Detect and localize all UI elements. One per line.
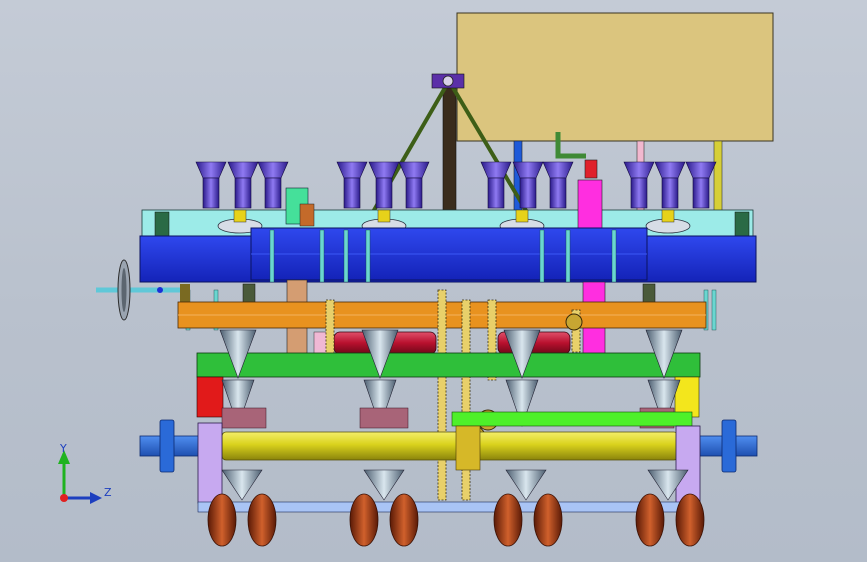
hopper-cup [654,161,686,179]
u-bolt [343,229,349,283]
seeder-assembly-model[interactable] [0,0,867,562]
u-bolt [365,229,371,283]
hopper-neck [519,177,537,209]
hopper-neck [549,177,567,209]
sprocket [565,313,583,331]
hopper-cup [623,161,655,179]
press-disc [635,493,665,547]
meter-cap [377,209,391,223]
seed-box-panel[interactable] [456,12,774,142]
hopper-neck [375,177,393,209]
hopper-cup [257,161,289,179]
cad-viewport[interactable]: Y Z [0,0,867,562]
meter-cap [233,209,247,223]
u-bolt [611,229,617,283]
hopper-neck [487,177,505,209]
u-bolt [539,229,545,283]
meter-cap [515,209,529,223]
hopper-neck [405,177,423,209]
z-axis-arrowhead [90,492,102,504]
press-disc [207,493,237,547]
lower-opener-tips [221,469,689,501]
press-disc [389,493,419,547]
hopper-cup [195,161,227,179]
hopper-cup [685,161,717,179]
chain-segment [437,289,447,501]
hopper-neck [202,177,220,209]
opener-tip [363,469,405,501]
hopper-neck [630,177,648,209]
meter-cap [661,209,675,223]
press-disc [675,493,705,547]
chain-segment [325,299,335,361]
press-disc [247,493,277,547]
hopper-neck [343,177,361,209]
u-bolt [319,229,325,283]
u-bolt [269,229,275,283]
hopper-cup [336,161,368,179]
press-disc [493,493,523,547]
hopper-neck [692,177,710,209]
origin-dot [60,494,68,502]
opener-tip [221,469,263,501]
hopper-neck [661,177,679,209]
hopper-cup [398,161,430,179]
side-bolt [711,289,717,331]
hopper-neck [234,177,252,209]
green-main-frame[interactable] [196,352,701,418]
hopper-cup [542,161,574,179]
hopper-neck [264,177,282,209]
coordinate-triad-icon: Y Z [58,442,112,504]
press-disc [533,493,563,547]
seed-tubes [221,407,693,429]
hopper-cup [227,161,259,179]
press-disc [349,493,379,547]
z-axis-label: Z [104,486,112,499]
u-bolt [565,229,571,283]
y-axis-label: Y [59,442,67,455]
main-blue-beam[interactable] [139,227,757,283]
